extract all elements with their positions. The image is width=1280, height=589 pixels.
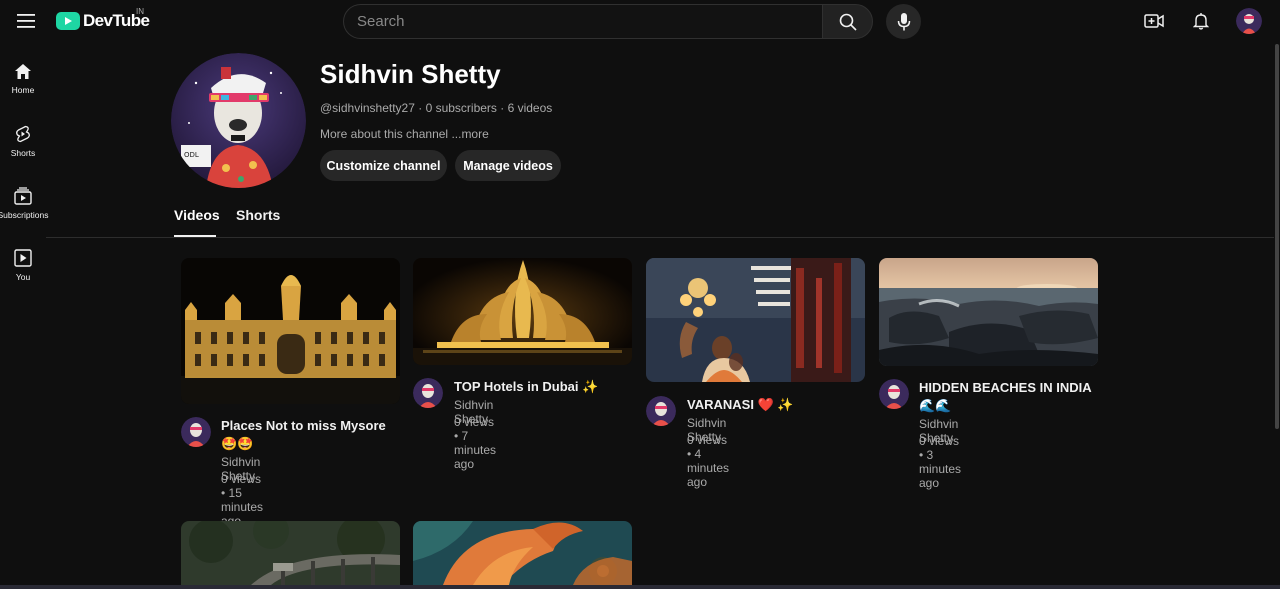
channel-about-text: More about this channel <box>320 127 449 141</box>
channel-name: Sidhvin Shetty <box>320 59 501 89</box>
channel-avatar-small[interactable] <box>181 417 211 447</box>
video-thumbnail[interactable] <box>646 258 865 382</box>
tabs-divider <box>46 237 1274 238</box>
scrollbar-thumb[interactable] <box>1275 44 1279 429</box>
logo-play-icon <box>56 12 80 30</box>
channel-avatar-small[interactable] <box>879 379 909 409</box>
search-icon <box>839 13 857 31</box>
devtube-logo[interactable]: DevTube IN <box>56 7 150 32</box>
video-thumbnail[interactable] <box>413 258 632 365</box>
video-thumbnail[interactable] <box>413 521 632 585</box>
sidebar-item-home[interactable]: Home <box>0 56 46 106</box>
channel-page: DevTube IN Home Shorts <box>0 0 1280 589</box>
sidebar-item-label: Subscriptions <box>0 210 49 220</box>
shorts-icon <box>16 125 30 143</box>
video-stats: 0 views • 7 minutes ago <box>454 415 497 471</box>
tab-shorts[interactable]: Shorts <box>236 207 280 223</box>
menu-icon[interactable] <box>14 9 38 33</box>
search-input[interactable] <box>357 13 822 30</box>
home-icon <box>15 64 31 79</box>
sidebar-item-label: Home <box>11 85 35 95</box>
sidebar-item-you[interactable]: You <box>0 242 46 292</box>
sidebar-item-shorts[interactable]: Shorts <box>0 118 46 168</box>
channel-about-link[interactable]: More about this channel ...more <box>320 127 489 141</box>
you-icon <box>14 249 32 267</box>
channel-avatar[interactable]: ODL <box>171 53 306 188</box>
video-title[interactable]: VARANASI ❤️ ✨ <box>687 396 865 414</box>
video-thumbnail[interactable] <box>181 521 400 585</box>
more-link[interactable]: ...more <box>451 127 488 141</box>
manage-videos-button[interactable]: Manage videos <box>455 150 561 181</box>
video-thumbnail[interactable] <box>879 258 1098 366</box>
video-stats: 0 views • 3 minutes ago <box>919 434 962 490</box>
video-title[interactable]: HIDDEN BEACHES IN INDIA 🌊🌊 <box>919 379 1097 415</box>
logo-region: IN <box>136 7 144 16</box>
channel-avatar-small[interactable] <box>646 396 676 426</box>
search-button[interactable] <box>822 4 873 39</box>
subscriptions-icon <box>14 187 32 205</box>
create-video-button[interactable] <box>1141 9 1167 33</box>
voice-search-button[interactable] <box>886 4 921 39</box>
sidebar-item-subscriptions[interactable]: Subscriptions <box>0 180 49 230</box>
search-box <box>343 4 822 39</box>
bottom-edge <box>0 585 1280 589</box>
top-bar: DevTube IN <box>0 0 1280 42</box>
video-title[interactable]: Places Not to miss Mysore 🤩🤩 <box>221 417 399 453</box>
sidebar-item-label: Shorts <box>10 148 36 158</box>
sidebar-item-label: You <box>15 272 31 282</box>
customize-channel-button[interactable]: Customize channel <box>320 150 447 181</box>
channel-meta: @sidhvinshetty27 · 0 subscribers · 6 vid… <box>320 101 553 115</box>
video-stats: 0 views • 4 minutes ago <box>687 433 730 489</box>
notifications-bell-icon <box>1193 13 1209 30</box>
microphone-icon <box>897 12 910 30</box>
account-avatar[interactable] <box>1236 8 1262 34</box>
video-thumbnail[interactable] <box>181 258 400 404</box>
channel-avatar-small[interactable] <box>413 378 443 408</box>
svg-text:ODL: ODL <box>184 151 199 159</box>
video-stats: 0 views • 15 minutes ago <box>221 472 264 528</box>
create-video-icon <box>1144 14 1164 28</box>
notifications-button[interactable] <box>1188 9 1214 33</box>
video-title[interactable]: TOP Hotels in Dubai ✨ <box>454 378 632 396</box>
tab-videos[interactable]: Videos <box>174 207 220 223</box>
